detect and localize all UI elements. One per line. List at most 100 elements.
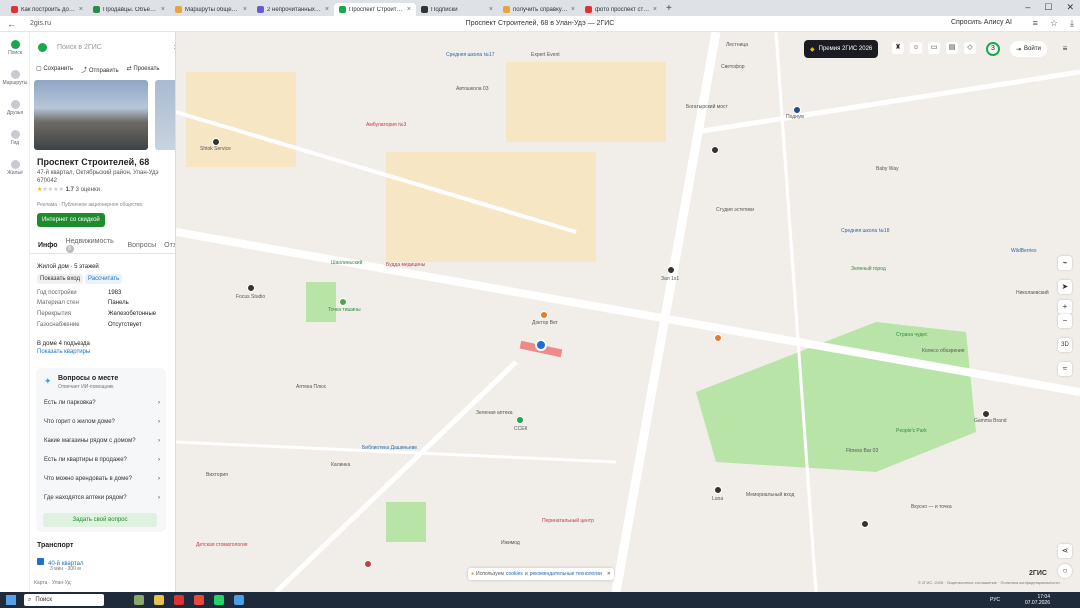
tab-reviews[interactable]: Отз bbox=[164, 242, 175, 249]
map-poi-icon[interactable] bbox=[711, 146, 719, 154]
map-label[interactable]: Студия эстетики bbox=[716, 207, 754, 213]
map-label[interactable]: Амбулатория №3 bbox=[366, 122, 406, 128]
map-label[interactable]: Зеленый город bbox=[851, 266, 886, 272]
promo-button[interactable]: Интернет со скидкой bbox=[37, 213, 105, 227]
widget-icon[interactable] bbox=[134, 595, 144, 605]
tab-close-icon[interactable]: × bbox=[325, 6, 329, 13]
map-label[interactable]: Доктор Вет bbox=[532, 320, 558, 326]
browser-tab[interactable]: Как построить дом в ипот× bbox=[6, 3, 88, 16]
map-poi-icon[interactable] bbox=[982, 410, 990, 418]
location-pin-icon[interactable] bbox=[535, 339, 547, 351]
map-label[interactable]: Baby Way bbox=[876, 166, 899, 172]
calc-button[interactable]: Рассчитать bbox=[85, 274, 123, 284]
map-label[interactable]: Лестница bbox=[726, 42, 748, 48]
qa-question[interactable]: Что горит о жилом доме? › bbox=[44, 419, 160, 425]
browser-tab[interactable]: Продавцы. Объекты: Гом× bbox=[88, 3, 170, 16]
map-label[interactable]: People's Park bbox=[896, 428, 927, 434]
qa-question[interactable]: Где находятся аптеки рядом? › bbox=[44, 495, 160, 501]
save-button[interactable]: ▢ Сохранить bbox=[36, 65, 73, 74]
ask-question-button[interactable]: Задать свой вопрос bbox=[43, 513, 157, 527]
file-explorer-icon[interactable] bbox=[154, 595, 164, 605]
map-poi-icon[interactable] bbox=[861, 520, 869, 528]
rail-item-guide[interactable]: Гид bbox=[0, 130, 30, 146]
map-label[interactable]: Колесо обозрения bbox=[922, 348, 965, 354]
transport-icon[interactable]: ▭ bbox=[928, 42, 940, 54]
map-label[interactable]: Подиум bbox=[786, 114, 804, 120]
tab-realty[interactable]: Недвижимость 8 bbox=[65, 238, 120, 253]
layers-icon[interactable]: ◇ bbox=[964, 42, 976, 54]
browser-tab[interactable]: Маршруты общественно× bbox=[170, 3, 252, 16]
tab-close-icon[interactable]: × bbox=[571, 6, 575, 13]
qa-question[interactable]: Есть ли квартиры в продаже? › bbox=[44, 457, 160, 463]
new-tab-icon[interactable]: + bbox=[666, 3, 672, 14]
language-indicator[interactable]: РУС bbox=[990, 597, 1000, 603]
map-label[interactable]: Аптека Плюс bbox=[296, 384, 326, 390]
share-icon[interactable]: ⋖ bbox=[1058, 544, 1072, 558]
map-label[interactable]: Светофор bbox=[721, 64, 745, 70]
windows-start-icon[interactable] bbox=[6, 595, 16, 605]
chat-icon[interactable]: ○ bbox=[1058, 564, 1072, 578]
map-label[interactable]: Средняя школа №17 bbox=[446, 52, 494, 58]
browser-tab[interactable]: Подписки × bbox=[416, 3, 498, 16]
cookie-link[interactable]: cookies bbox=[506, 571, 523, 577]
browser-tab[interactable]: получить справку о зарп× bbox=[498, 3, 580, 16]
show-entrance-button[interactable]: Показать вход bbox=[37, 274, 83, 284]
map-poi-icon[interactable] bbox=[714, 486, 722, 494]
place-photo[interactable] bbox=[34, 80, 148, 150]
tab-questions[interactable]: Вопросы bbox=[127, 242, 156, 249]
map-canvas[interactable]: Средняя школа №17 Expert Event Автошкола… bbox=[176, 32, 1080, 592]
route-button[interactable]: ⇄ Проехать bbox=[127, 65, 160, 74]
bookmark-icon[interactable]: ☆ bbox=[1050, 18, 1058, 29]
rail-item-housing[interactable]: Жильё bbox=[0, 160, 30, 176]
briefcase-icon[interactable]: ▤ bbox=[946, 42, 958, 54]
show-flats-link[interactable]: Показать квартиры bbox=[37, 349, 90, 355]
app-icon[interactable] bbox=[234, 595, 244, 605]
map-label[interactable]: WildBerries bbox=[1011, 248, 1037, 254]
friends-map-icon[interactable]: ☺ bbox=[910, 42, 922, 54]
map-label[interactable]: Focus Studio bbox=[236, 294, 265, 300]
map-label[interactable]: Зеленая аптека bbox=[476, 410, 513, 416]
qa-question[interactable]: Что можно арендовать в доме? › bbox=[44, 476, 160, 482]
map-label[interactable]: Luna bbox=[712, 496, 723, 502]
browser-tab[interactable]: фото проспект строител× bbox=[580, 3, 662, 16]
taskbar-search[interactable]: ⌕ Поиск bbox=[24, 594, 104, 606]
map-label[interactable]: Мемориальный вход bbox=[746, 492, 794, 498]
browser-tab-active[interactable]: Проспект Строителей × bbox=[334, 3, 416, 16]
tab-close-icon[interactable]: × bbox=[79, 6, 83, 13]
tab-close-icon[interactable]: × bbox=[489, 6, 493, 13]
traffic-icon[interactable]: ≈ bbox=[1058, 362, 1072, 376]
map-poi-icon[interactable] bbox=[793, 106, 801, 114]
yandex-browser-icon[interactable] bbox=[174, 595, 184, 605]
minimize-icon[interactable]: – bbox=[1025, 2, 1030, 13]
compass-icon[interactable]: ➤ bbox=[1058, 280, 1072, 294]
search-box[interactable]: Поиск в 2ГИС ✕ bbox=[34, 40, 175, 54]
map-label[interactable]: Gamma Brand bbox=[974, 418, 1007, 424]
map-label[interactable]: Библиотека Дашиньеве bbox=[362, 445, 417, 451]
maximize-icon[interactable]: ☐ bbox=[1044, 2, 1052, 13]
map-poi-icon[interactable] bbox=[516, 416, 524, 424]
park-icon[interactable] bbox=[339, 298, 347, 306]
tab-close-icon[interactable]: × bbox=[407, 6, 411, 13]
tab-close-icon[interactable]: × bbox=[161, 6, 165, 13]
map-label[interactable]: Богатырский мост bbox=[686, 104, 728, 110]
recommendations-link[interactable]: рекомендательные технологии bbox=[530, 571, 602, 577]
zoom-in-icon[interactable]: + bbox=[1058, 300, 1072, 314]
qa-question[interactable]: Какие магазины рядом с домом? › bbox=[44, 438, 160, 444]
ruler-icon[interactable]: ⌁ bbox=[1058, 256, 1072, 270]
browser-tab[interactable]: 2 непрочитанных чата× bbox=[252, 3, 334, 16]
map-label[interactable]: Shtok Service bbox=[200, 146, 231, 152]
map-label[interactable]: Шаолиньский bbox=[331, 260, 362, 266]
menu-icon[interactable]: ≡ bbox=[1058, 42, 1072, 56]
rail-item-search[interactable]: Поиск bbox=[0, 40, 30, 56]
qa-question[interactable]: Есть ли парковка? › bbox=[44, 400, 160, 406]
map-label[interactable]: Перинатальный центр bbox=[542, 518, 594, 524]
map-label[interactable]: Будда медицины bbox=[386, 262, 425, 268]
rating[interactable]: ★★★★★ 1.7 3 оценки bbox=[37, 186, 100, 193]
map-poi-icon[interactable] bbox=[714, 334, 722, 342]
download-icon[interactable]: ⤓ bbox=[1070, 18, 1074, 29]
map-label[interactable]: Николаевский bbox=[1016, 290, 1049, 296]
map-label[interactable]: Fitness Bar 03 bbox=[846, 448, 878, 454]
tab-info[interactable]: Инфо bbox=[38, 242, 58, 249]
search-input[interactable]: Поиск в 2ГИС bbox=[57, 44, 102, 51]
rail-item-routes[interactable]: Маршруты bbox=[0, 70, 30, 86]
